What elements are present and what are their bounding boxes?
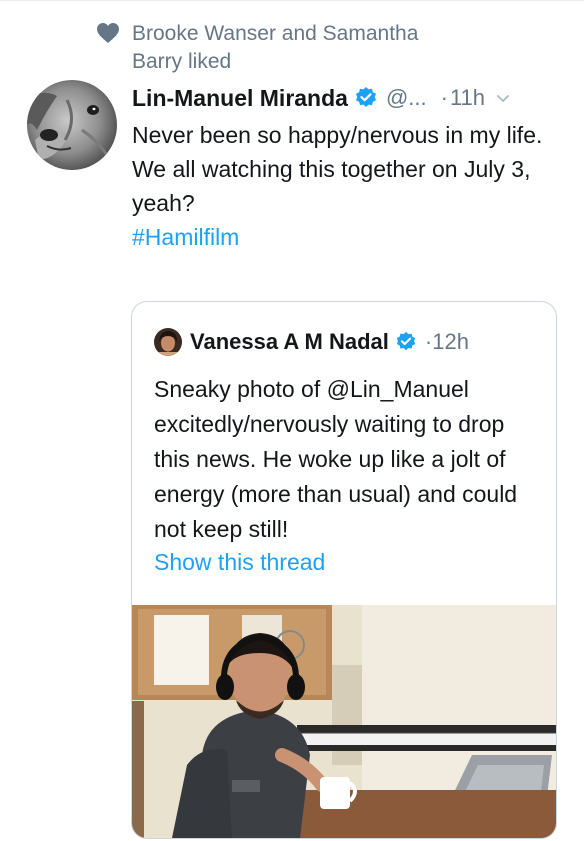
- author-handle[interactable]: @...: [386, 85, 427, 111]
- chevron-down-icon[interactable]: [495, 90, 511, 106]
- quoted-tweet-header: Vanessa A M Nadal ·12h: [154, 328, 469, 356]
- tweet-text-line: Never been so happy/nervous in my life.: [132, 122, 543, 148]
- social-context-text[interactable]: Brooke Wanser and Samantha Barry liked: [132, 20, 472, 76]
- quoted-tweet-photo[interactable]: [132, 605, 556, 838]
- quoted-author-name[interactable]: Vanessa A M Nadal: [190, 329, 389, 355]
- quoted-tweet-text: Sneaky photo of @Lin_Manuel excitedly/ne…: [154, 376, 518, 542]
- avatar[interactable]: [27, 80, 117, 170]
- hashtag-link[interactable]: #Hamilfilm: [132, 220, 562, 254]
- tweet-timestamp[interactable]: 11h: [450, 85, 485, 111]
- verified-badge-icon: [355, 87, 376, 107]
- author-name[interactable]: Lin-Manuel Miranda: [132, 85, 348, 112]
- separator-dot: ·: [440, 85, 448, 110]
- top-divider: [0, 0, 584, 1]
- tweet-text-line: We all watching this together on July 3,…: [132, 156, 531, 216]
- social-context: Brooke Wanser and Samantha Barry liked: [96, 20, 472, 76]
- quoted-author-avatar[interactable]: [154, 328, 182, 356]
- verified-badge-icon: [396, 331, 416, 351]
- heart-icon: [97, 23, 119, 43]
- quoted-tweet-timestamp[interactable]: ·12h: [425, 329, 469, 355]
- show-thread-link[interactable]: Show this thread: [154, 549, 325, 576]
- tweet-text: Never been so happy/nervous in my life. …: [132, 118, 562, 254]
- quoted-tweet-card[interactable]: Vanessa A M Nadal ·12h Sneaky photo of @…: [131, 301, 557, 839]
- tweet-header: Lin-Manuel Miranda @... · 11h: [132, 83, 572, 113]
